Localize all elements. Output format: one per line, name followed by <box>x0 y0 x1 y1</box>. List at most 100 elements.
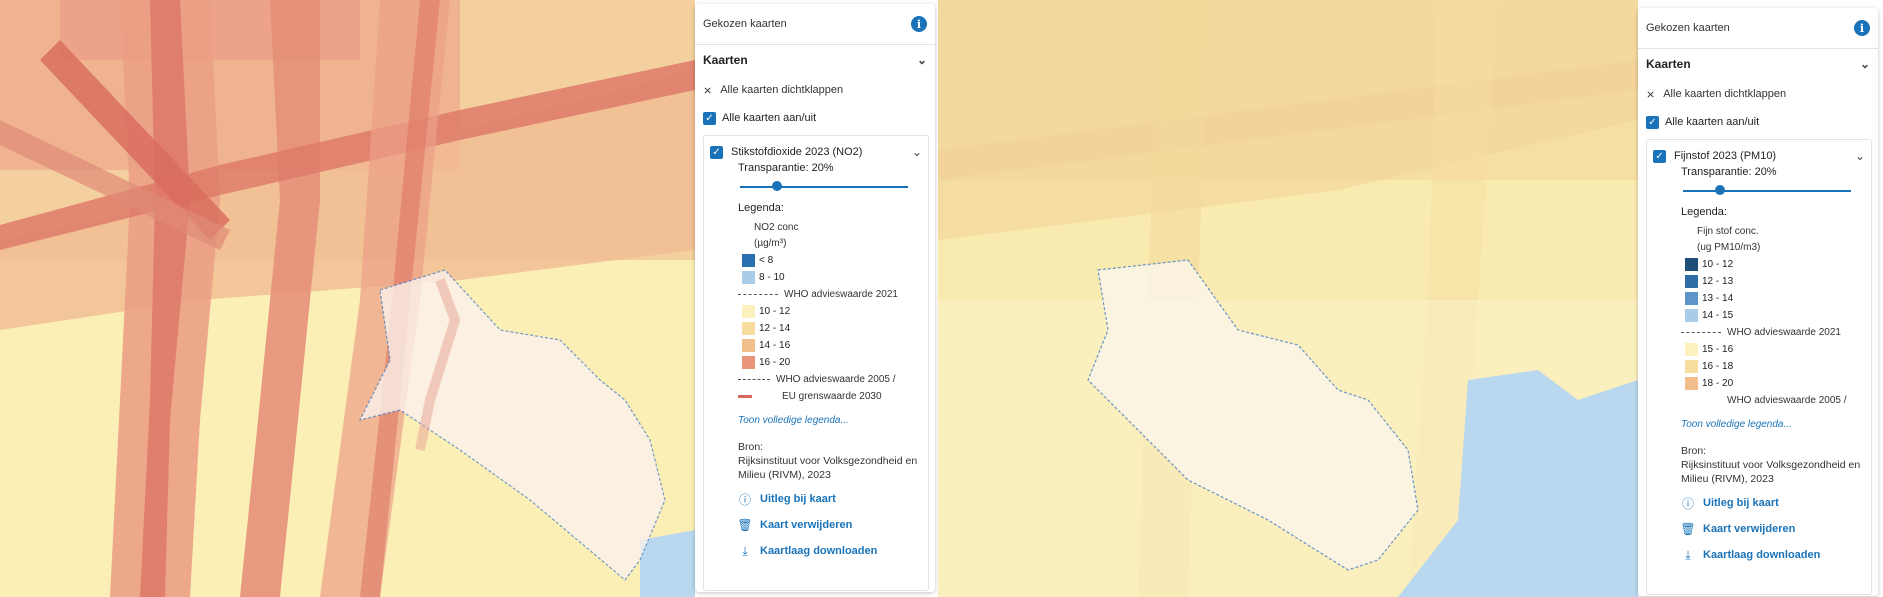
collapse-icon: ⨯ <box>1646 88 1656 101</box>
download-layer-button[interactable]: ⤓ Kaartlaag downloaden <box>1647 546 1871 564</box>
legend-swatch <box>1685 275 1698 288</box>
show-full-legend-link[interactable]: Toon volledige legenda... <box>1647 419 1871 430</box>
collapse-all-button[interactable]: ⨯ Alle kaarten dichtklappen <box>695 75 935 105</box>
show-full-legend-link[interactable]: Toon volledige legenda... <box>704 415 928 426</box>
legend-item-label: 8 - 10 <box>759 272 785 283</box>
legend-item: 12 - 14 <box>704 320 928 337</box>
legend-items: 10 - 12 12 - 13 13 - 14 14 - 15 <box>1647 256 1871 324</box>
slider-track[interactable] <box>740 186 908 188</box>
explain-map-button[interactable]: ⓘ Uitleg bij kaart <box>704 490 928 508</box>
panel-title: Gekozen kaarten <box>703 18 787 30</box>
legend-eu-2030: EU grenswaarde 2030 <box>704 388 928 405</box>
layer-checkbox[interactable]: ✓ <box>710 145 723 159</box>
legend-swatch <box>1685 377 1698 390</box>
slider-thumb[interactable] <box>1714 185 1725 195</box>
layer-checkbox[interactable]: ✓ <box>1653 149 1666 163</box>
map-pm10[interactable] <box>938 0 1638 597</box>
who-2005-label: WHO advieswaarde 2005 / <box>1727 395 1847 406</box>
chevron-down-icon[interactable]: ⌄ <box>1860 57 1870 71</box>
legend-who-2005: WHO advieswaarde 2005 / <box>704 371 928 388</box>
legend-item: 16 - 18 <box>1647 358 1871 375</box>
map-no2[interactable] <box>0 0 695 597</box>
remove-map-button[interactable]: 🗑 Kaart verwijderen <box>1647 520 1871 538</box>
trash-icon: 🗑 <box>737 518 753 532</box>
map-no2-canvas[interactable] <box>0 0 695 597</box>
download-label: Kaartlaag downloaden <box>1703 549 1821 561</box>
collapse-all-label: Alle kaarten dichtklappen <box>1663 88 1787 100</box>
toggle-all-label: Alle kaarten aan/uit <box>1665 116 1760 128</box>
legend-who-2005: WHO advieswaarde 2005 / <box>1647 392 1871 409</box>
transparency-label: Transparantie: 20% <box>1681 166 1777 178</box>
legend-item-label: < 8 <box>759 255 774 266</box>
chevron-down-icon[interactable]: ⌄ <box>912 145 922 159</box>
red-line <box>738 395 752 398</box>
legend-item: 14 - 15 <box>1647 307 1871 324</box>
legend-item: 10 - 12 <box>1647 256 1871 273</box>
info-icon[interactable]: i <box>1854 20 1870 36</box>
source-block: Bron: Rijksinstituut voor Volksgezondhei… <box>704 440 928 482</box>
download-layer-button[interactable]: ⤓ Kaartlaag downloaden <box>704 542 928 560</box>
remove-map-button[interactable]: 🗑 Kaart verwijderen <box>704 516 928 534</box>
layer-header[interactable]: ✓ Fijnstof 2023 (PM10) ⌄ <box>1647 146 1871 166</box>
slider-track[interactable] <box>1683 190 1851 192</box>
layer-title: Stikstofdioxide 2023 (NO2) <box>731 146 863 158</box>
section-kaarten[interactable]: Kaarten ⌄ <box>1638 49 1878 79</box>
download-label: Kaartlaag downloaden <box>760 545 878 557</box>
toggle-all-checkbox[interactable]: ✓ <box>703 111 716 125</box>
transparency-label: Transparantie: 20% <box>738 162 834 174</box>
info-icon[interactable]: i <box>911 16 927 32</box>
legend-item: 13 - 14 <box>1647 290 1871 307</box>
layer-card: ✓ Stikstofdioxide 2023 (NO2) ⌄ Transpara… <box>703 135 929 591</box>
legend-item-label: 16 - 20 <box>759 357 791 368</box>
toggle-all-checkbox[interactable]: ✓ <box>1646 115 1659 129</box>
legend-swatch <box>742 305 755 318</box>
source-label: Bron: <box>738 441 764 453</box>
layers-panel-pm10: Gekozen kaarten i Kaarten ⌄ ⨯ Alle kaart… <box>1638 8 1878 596</box>
legend-item: 10 - 12 <box>704 303 928 320</box>
collapse-all-label: Alle kaarten dichtklappen <box>720 84 844 96</box>
info-circle-icon: ⓘ <box>738 492 751 507</box>
section-title: Kaarten <box>703 53 748 67</box>
legend-swatch <box>1685 258 1698 271</box>
legend-item-label: 15 - 16 <box>1702 344 1734 355</box>
legend-swatch <box>1685 309 1698 322</box>
legend-item: < 8 <box>704 252 928 269</box>
toggle-all-label: Alle kaarten aan/uit <box>722 112 817 124</box>
legend-item-label: 12 - 14 <box>759 323 791 334</box>
toggle-all-row[interactable]: ✓ Alle kaarten aan/uit <box>695 105 935 131</box>
transparency-slider[interactable] <box>1683 184 1851 196</box>
trash-icon: 🗑 <box>1680 522 1696 536</box>
source-label: Bron: <box>1681 445 1707 457</box>
legend-item-label: 18 - 20 <box>1702 378 1734 389</box>
layer-header[interactable]: ✓ Stikstofdioxide 2023 (NO2) ⌄ <box>704 142 928 162</box>
section-kaarten[interactable]: Kaarten ⌄ <box>695 45 935 75</box>
download-icon: ⤓ <box>1685 547 1691 562</box>
legend-unit-line2: (ug PM10/m3) <box>1697 242 1761 253</box>
download-icon: ⤓ <box>742 543 748 558</box>
chevron-down-icon[interactable]: ⌄ <box>917 53 927 67</box>
legend-swatch <box>742 254 755 267</box>
legend-who-2021: WHO advieswaarde 2021 <box>1647 324 1871 341</box>
who-2005-label: WHO advieswaarde 2005 / <box>776 374 896 385</box>
collapse-icon: ⨯ <box>703 84 713 97</box>
slider-thumb[interactable] <box>771 181 782 191</box>
chevron-down-icon[interactable]: ⌄ <box>1855 149 1865 163</box>
explain-map-button[interactable]: ⓘ Uitleg bij kaart <box>1647 494 1871 512</box>
legend-item-label: 12 - 13 <box>1702 276 1734 287</box>
legend-item: 14 - 16 <box>704 337 928 354</box>
panel-header: Gekozen kaarten i <box>695 4 935 45</box>
map-pm10-canvas[interactable] <box>938 0 1638 597</box>
toggle-all-row[interactable]: ✓ Alle kaarten aan/uit <box>1638 109 1878 135</box>
legend-swatch <box>1685 292 1698 305</box>
collapse-all-button[interactable]: ⨯ Alle kaarten dichtklappen <box>1638 79 1878 109</box>
legend-swatch <box>742 322 755 335</box>
transparency-slider[interactable] <box>740 180 908 192</box>
panel-header: Gekozen kaarten i <box>1638 8 1878 49</box>
legend-swatch <box>742 271 755 284</box>
legend-swatch <box>742 356 755 369</box>
legend-title: Legenda: <box>738 202 784 214</box>
eu-2030-label: EU grenswaarde 2030 <box>782 391 882 402</box>
legend-item-label: 16 - 18 <box>1702 361 1734 372</box>
legend-item-label: 14 - 16 <box>759 340 791 351</box>
legend-item-label: 10 - 12 <box>759 306 791 317</box>
